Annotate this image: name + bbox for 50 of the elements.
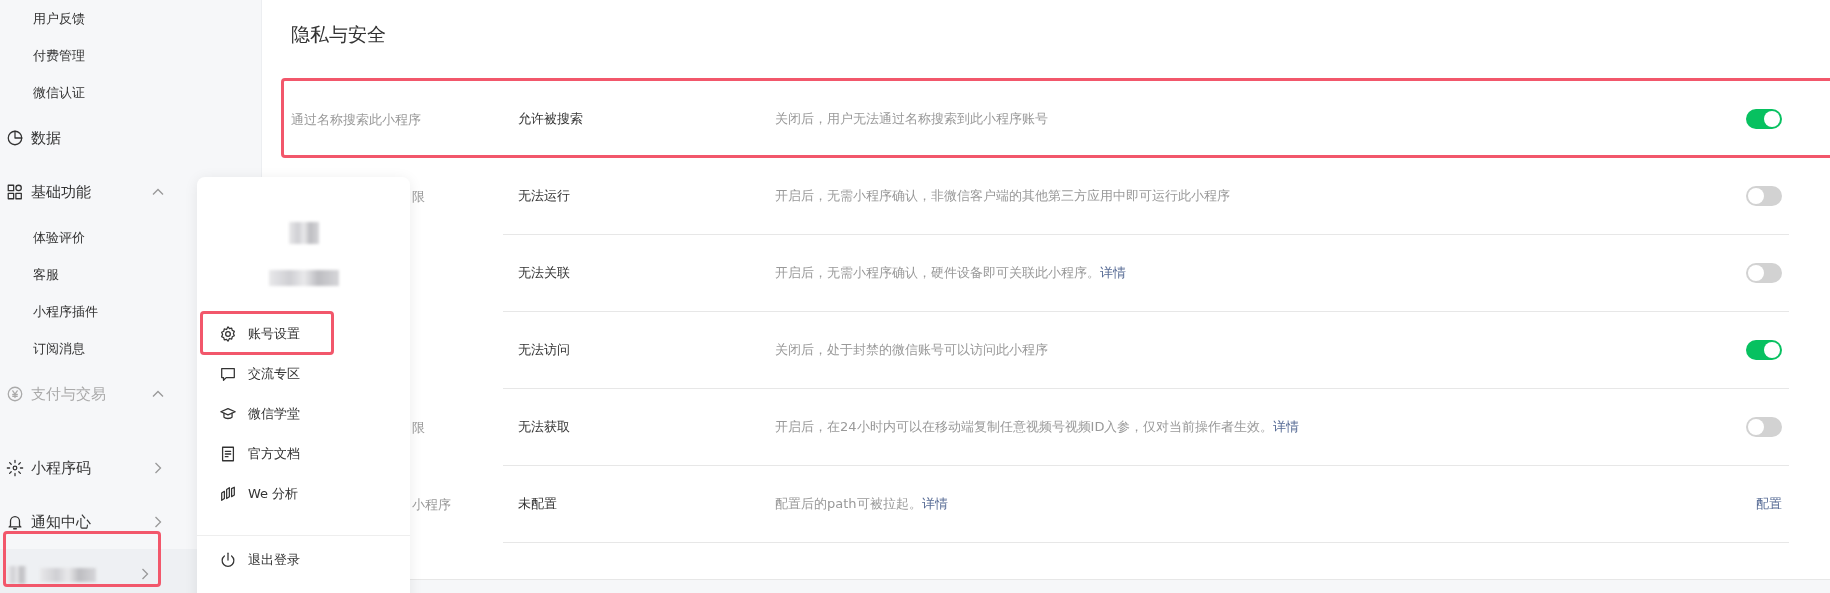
pie-chart-icon — [6, 129, 24, 147]
grid-icon — [6, 183, 24, 201]
bars-icon — [219, 485, 237, 503]
configure-link[interactable]: 配置 — [1756, 495, 1782, 513]
setting-status: 未配置 — [518, 495, 558, 513]
menu-item[interactable]: 交流专区 — [197, 354, 410, 394]
menu-item[interactable]: 微信学堂 — [197, 394, 410, 434]
document-icon — [219, 445, 237, 463]
setting-status: 无法访问 — [518, 341, 571, 359]
setting-label: 限 — [412, 187, 425, 206]
details-link[interactable]: 详情 — [1100, 265, 1126, 280]
setting-description: 开启后，无需小程序确认，非微信客户端的其他第三方应用中即可运行此小程序 — [775, 187, 1231, 205]
toggle-switch[interactable] — [1746, 263, 1782, 283]
sidebar-item[interactable]: 付费管理 — [0, 37, 261, 74]
yen-icon — [6, 385, 24, 403]
setting-label: 小程序 — [412, 495, 451, 514]
sidebar-item[interactable]: 微信认证 — [0, 74, 261, 111]
power-icon — [219, 551, 237, 569]
blurred-avatar — [288, 222, 319, 244]
setting-label: 限 — [412, 418, 425, 437]
sidebar-item[interactable]: 用户反馈 — [0, 0, 261, 37]
setting-status: 无法关联 — [518, 264, 571, 282]
setting-description: 配置后的path可被拉起。详情 — [775, 495, 949, 513]
setting-status: 无法运行 — [518, 187, 571, 205]
chat-bubble-icon — [219, 365, 237, 383]
menu-item[interactable]: 官方文档 — [197, 434, 410, 474]
sidebar-group[interactable]: 基础功能 — [0, 171, 261, 213]
blurred-name — [40, 568, 96, 582]
toggle-switch[interactable] — [1746, 417, 1782, 437]
details-link[interactable]: 详情 — [921, 496, 948, 511]
details-link[interactable]: 详情 — [1273, 419, 1300, 434]
toggle-switch[interactable] — [1746, 109, 1782, 129]
setting-description: 开启后，在24小时内可以在移动端复制任意视频号视频ID入参，仅对当前操作者生效。详情 — [775, 418, 1301, 436]
bell-icon — [6, 513, 24, 531]
toggle-switch[interactable] — [1746, 186, 1782, 206]
setting-description: 关闭后，处于封禁的微信账号可以访问此小程序 — [775, 341, 1049, 359]
setting-status: 允许被搜索 — [518, 110, 584, 128]
setting-description: 关闭后，用户无法通过名称搜索到此小程序账号 — [775, 110, 1049, 128]
menu-item[interactable]: 账号设置 — [197, 314, 410, 354]
setting-description: 开启后，无需小程序确认，硬件设备即可关联此小程序。详情 — [775, 264, 1127, 282]
blurred-name — [268, 270, 339, 286]
setting-status: 无法获取 — [518, 418, 571, 436]
sparkle-icon — [6, 459, 24, 477]
sidebar-group[interactable]: 数据 — [0, 117, 261, 159]
blurred-avatar — [8, 566, 26, 584]
gear-icon — [219, 325, 237, 343]
toggle-switch[interactable] — [1746, 340, 1782, 360]
logout-item[interactable]: 退出登录 — [197, 540, 410, 580]
setting-label: 通过名称搜索此小程序 — [291, 110, 421, 129]
page-title: 隐私与安全 — [291, 22, 387, 47]
